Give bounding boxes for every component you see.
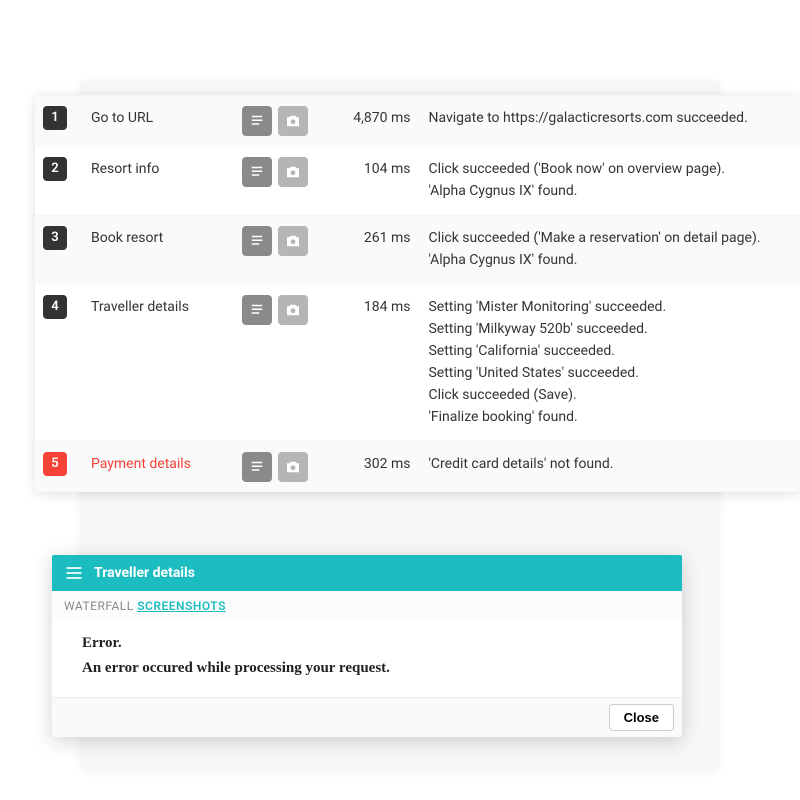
camera-icon[interactable]	[278, 452, 308, 482]
step-results: Setting 'Mister Monitoring' succeeded. Se…	[410, 295, 792, 431]
table-row[interactable]: 2 Resort info 104 ms Click succeeded ('Book…	[35, 146, 800, 215]
result-line: 'Alpha Cygnus IX' found.	[428, 183, 792, 199]
result-line: Click succeeded ('Book now' on overview …	[428, 161, 792, 177]
step-cell: 2	[43, 157, 87, 181]
result-line: 'Credit card details' not found.	[428, 456, 792, 472]
result-line: Click succeeded ('Make a reservation' on…	[428, 230, 792, 246]
step-badge: 5	[43, 452, 67, 476]
menu-icon[interactable]	[64, 563, 84, 583]
error-title: Error.	[82, 635, 652, 652]
step-actions	[242, 226, 320, 256]
step-name: Payment details	[87, 452, 242, 472]
step-badge: 1	[43, 106, 67, 130]
step-name: Book resort	[87, 226, 242, 246]
step-name: Resort info	[87, 157, 242, 177]
tab-screenshots[interactable]: SCREENSHOTS	[137, 599, 226, 613]
table-row[interactable]: 1 Go to URL 4,870 ms Navigate to https://ga…	[35, 95, 800, 146]
log-icon[interactable]	[242, 157, 272, 187]
step-actions	[242, 295, 320, 325]
modal-tabs: WATERFALL SCREENSHOTS	[52, 591, 682, 621]
table-row[interactable]: 3 Book resort 261 ms Click succeeded ('Make…	[35, 215, 800, 284]
step-badge: 2	[43, 157, 67, 181]
step-duration: 104 ms	[320, 157, 410, 177]
result-line: Setting 'Mister Monitoring' succeeded.	[428, 299, 792, 315]
step-duration: 302 ms	[320, 452, 410, 472]
step-results: Click succeeded ('Make a reservation' on…	[410, 226, 792, 274]
step-name: Go to URL	[87, 106, 242, 126]
tab-waterfall[interactable]: WATERFALL	[64, 599, 134, 613]
step-actions	[242, 106, 320, 136]
modal-footer: Close	[52, 697, 682, 737]
log-icon[interactable]	[242, 106, 272, 136]
steps-table-wrap: 1 Go to URL 4,870 ms Navigate to https://ga…	[35, 95, 800, 492]
step-duration: 261 ms	[320, 226, 410, 246]
camera-icon[interactable]	[278, 295, 308, 325]
step-cell: 4	[43, 295, 87, 319]
log-icon[interactable]	[242, 226, 272, 256]
result-line: Click succeeded (Save).	[428, 387, 792, 403]
step-detail-modal: Traveller details WATERFALL SCREENSHOTS …	[52, 555, 682, 737]
step-actions	[242, 157, 320, 187]
step-cell: 1	[43, 106, 87, 130]
step-results: 'Credit card details' not found.	[410, 452, 792, 478]
result-line: 'Finalize booking' found.	[428, 409, 792, 425]
steps-table: 1 Go to URL 4,870 ms Navigate to https://ga…	[35, 95, 800, 492]
camera-icon[interactable]	[278, 157, 308, 187]
modal-body: Error. An error occured while processing…	[52, 621, 682, 697]
log-icon[interactable]	[242, 295, 272, 325]
result-line: Setting 'United States' succeeded.	[428, 365, 792, 381]
result-line: 'Alpha Cygnus IX' found.	[428, 252, 792, 268]
camera-icon[interactable]	[278, 226, 308, 256]
camera-icon[interactable]	[278, 106, 308, 136]
result-line: Navigate to https://galacticresorts.com …	[428, 110, 792, 126]
close-button[interactable]: Close	[609, 704, 674, 731]
result-line: Setting 'Milkyway 520b' succeeded.	[428, 321, 792, 337]
modal-header: Traveller details	[52, 555, 682, 591]
log-icon[interactable]	[242, 452, 272, 482]
step-duration: 184 ms	[320, 295, 410, 315]
step-duration: 4,870 ms	[320, 106, 410, 126]
step-badge: 3	[43, 226, 67, 250]
step-results: Navigate to https://galacticresorts.com …	[410, 106, 792, 132]
error-message: An error occured while processing your r…	[82, 660, 652, 677]
step-name: Traveller details	[87, 295, 242, 315]
step-actions	[242, 452, 320, 482]
step-cell: 3	[43, 226, 87, 250]
step-results: Click succeeded ('Book now' on overview …	[410, 157, 792, 205]
step-badge: 4	[43, 295, 67, 319]
table-row[interactable]: 4Traveller details184 msSetting 'Mister …	[35, 284, 800, 441]
table-row[interactable]: 5 Payment details 302 ms 'Credit card detai…	[35, 441, 800, 492]
modal-title: Traveller details	[94, 565, 195, 581]
step-cell: 5	[43, 452, 87, 476]
result-line: Setting 'California' succeeded.	[428, 343, 792, 359]
